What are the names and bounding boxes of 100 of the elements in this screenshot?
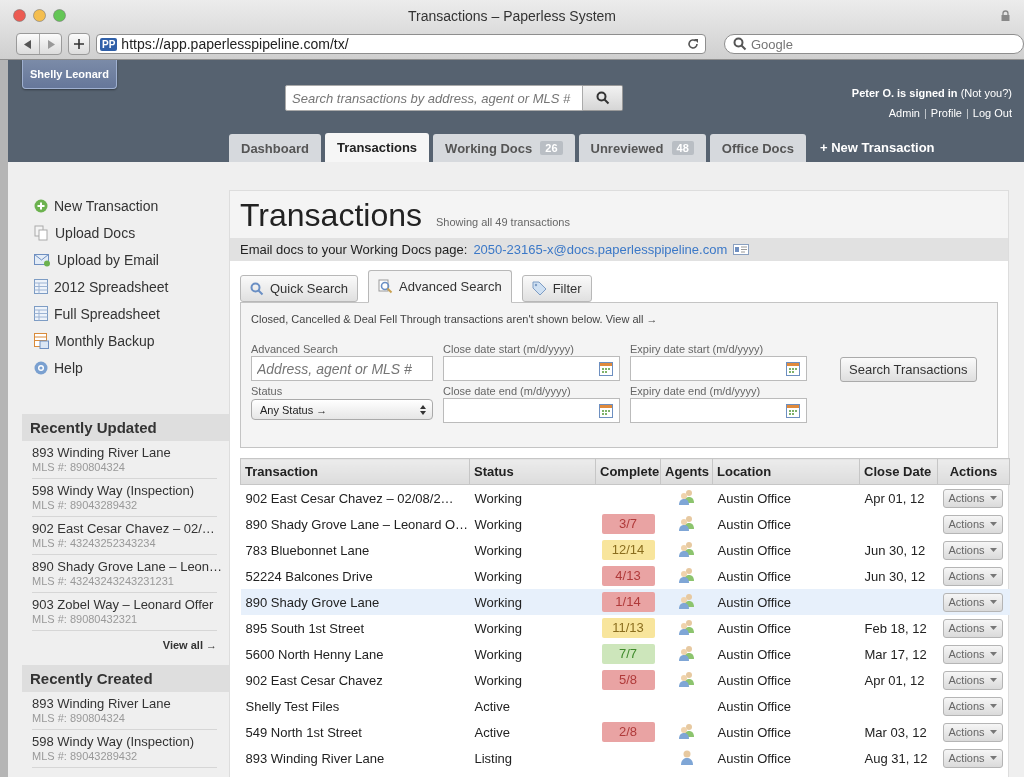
actions-dropdown[interactable]: Actions	[942, 540, 1003, 560]
not-you-link[interactable]: (Not you?)	[960, 87, 1012, 99]
email-address-link[interactable]: 2050-23165-x@docs.paperlesspipeline.com	[473, 242, 728, 257]
view-all-link[interactable]: View all →	[162, 639, 217, 651]
column-header[interactable]: Transaction	[240, 458, 470, 485]
envelope-icon	[34, 252, 51, 267]
people-icon[interactable]	[677, 488, 696, 505]
transaction-link[interactable]: 890 Shady Grove Lane – Leonard O…	[245, 516, 469, 532]
actions-dropdown[interactable]: Actions	[942, 696, 1003, 716]
recent-item-link[interactable]: 893 Winding River Lane	[32, 445, 217, 460]
transaction-count: Showing all 49 transactions	[436, 216, 570, 228]
selected-row[interactable]: 890 Shady Grove Lane Working 1/14 Austin Office Actions	[240, 589, 1010, 615]
actions-dropdown[interactable]: Actions	[942, 722, 1003, 742]
url-text: https://app.paperlesspipeline.com/tx/	[121, 36, 350, 52]
transaction-link[interactable]: 783 Bluebonnet Lane	[245, 542, 370, 558]
actions-dropdown[interactable]: Actions	[942, 670, 1003, 690]
column-header[interactable]: Location	[712, 458, 860, 485]
people-icon[interactable]	[677, 722, 696, 739]
column-header[interactable]: Status	[469, 458, 596, 485]
transaction-link[interactable]: 5600 North Henny Lane	[245, 646, 384, 662]
sidebar-link[interactable]: Full Spreadsheet	[54, 305, 160, 322]
transaction-link[interactable]: 549 North 1st Street	[245, 724, 362, 740]
zoom-button[interactable]	[53, 8, 66, 22]
close-button[interactable]	[13, 8, 26, 22]
sidebar-link[interactable]: 2012 Spreadsheet	[54, 278, 169, 295]
header-link[interactable]: Log Out	[972, 103, 1012, 123]
nav-tab[interactable]: Office Docs	[709, 134, 806, 162]
web-search-box[interactable]: Google	[724, 34, 1024, 54]
sidebar-link[interactable]: New Transaction	[54, 197, 159, 214]
search-field[interactable]: Address, agent or MLS #	[251, 356, 433, 381]
calendar-icon[interactable]	[786, 403, 800, 418]
transaction-link[interactable]: 52224 Balcones Drive	[245, 568, 373, 584]
user-tag[interactable]: Shelly Leonard	[22, 60, 117, 89]
sidebar-link[interactable]: Help	[54, 359, 83, 376]
actions-dropdown[interactable]: Actions	[942, 644, 1003, 664]
field-label: Advanced Search	[251, 343, 339, 355]
search-tab[interactable]: Quick Search	[240, 275, 359, 302]
column-header[interactable]: Actions	[937, 458, 1010, 485]
sidebar-link[interactable]: Upload by Email	[57, 251, 159, 268]
people-icon[interactable]	[677, 592, 696, 609]
date-field[interactable]	[443, 356, 620, 381]
date-field[interactable]	[443, 398, 620, 423]
people-icon[interactable]	[677, 540, 696, 557]
search-transactions-button[interactable]: Search Transactions	[840, 357, 977, 382]
transaction-link[interactable]: 893 Winding River Lane	[245, 750, 385, 766]
people-icon[interactable]	[677, 618, 696, 635]
search-tab[interactable]: Filter	[521, 275, 592, 302]
calendar-icon[interactable]	[599, 361, 613, 376]
web-search-field[interactable]: Google	[751, 36, 991, 52]
transaction-link[interactable]: Shelly Test Files	[245, 698, 340, 714]
nav-tab[interactable]: Working Docs 26	[433, 134, 575, 162]
recent-item-link[interactable]: 598 Windy Way (Inspection)	[32, 734, 217, 749]
search-field[interactable]: Search transactions by address, agent or MLS #	[285, 85, 583, 111]
contact-card-icon[interactable]	[733, 244, 750, 255]
people-icon[interactable]	[677, 566, 696, 583]
status-select[interactable]: Any Status →	[251, 399, 433, 420]
recent-item-link[interactable]: 903 Zobel Way – Leonard Offer	[32, 597, 217, 612]
sidebar-link[interactable]: Upload Docs	[55, 224, 136, 241]
search-tab[interactable]: Advanced Search	[368, 270, 512, 303]
transaction-link[interactable]: 895 South 1st Street	[245, 620, 365, 636]
minimize-button[interactable]	[33, 8, 46, 22]
recent-item-link[interactable]: 893 Winding River Lane	[32, 696, 217, 711]
actions-dropdown[interactable]: Actions	[942, 488, 1003, 508]
nav-tab[interactable]: Transactions	[324, 133, 430, 162]
date-field[interactable]	[630, 356, 807, 381]
actions-dropdown[interactable]: Actions	[942, 618, 1003, 638]
nav-tab[interactable]: Dashboard	[229, 134, 321, 162]
view-all-link[interactable]: View all →	[605, 313, 658, 325]
people-icon[interactable]	[677, 670, 696, 687]
calendar-icon[interactable]	[599, 403, 613, 418]
sidebar-link[interactable]: Monthly Backup	[55, 332, 155, 349]
person-icon[interactable]	[679, 748, 694, 765]
header-link[interactable]: Profile	[930, 103, 962, 123]
column-header[interactable]: Close Date	[859, 458, 938, 485]
documents-icon	[34, 224, 49, 241]
plus-circle-icon	[34, 198, 48, 213]
caret-icon	[989, 522, 997, 526]
transaction-link[interactable]: 902 East Cesar Chavez – 02/08/2…	[245, 490, 454, 506]
address-field[interactable]: PP https://app.paperlesspipeline.com/tx/	[96, 34, 706, 54]
transaction-link[interactable]: 902 East Cesar Chavez	[245, 672, 383, 688]
new-transaction-link[interactable]: + New Transaction	[820, 133, 935, 162]
reload-icon[interactable]	[687, 38, 699, 50]
column-header[interactable]: Agents	[660, 458, 713, 485]
count-badge: 26	[540, 141, 563, 155]
date-field[interactable]	[630, 398, 807, 423]
actions-dropdown[interactable]: Actions	[942, 748, 1003, 768]
actions-dropdown[interactable]: Actions	[942, 566, 1003, 586]
actions-dropdown[interactable]: Actions	[942, 514, 1003, 534]
recent-item-link[interactable]: 902 East Cesar Chavez – 02/…	[32, 521, 217, 536]
header-link[interactable]: Admin	[888, 103, 920, 123]
calendar-icon[interactable]	[786, 361, 800, 376]
people-icon[interactable]	[677, 644, 696, 661]
nav-tab[interactable]: Unreviewed 48	[578, 134, 706, 162]
actions-dropdown[interactable]: Actions	[942, 592, 1003, 612]
new-tab-button[interactable]	[68, 33, 90, 55]
status-text: Working	[474, 568, 522, 584]
recent-item-link[interactable]: 598 Windy Way (Inspection)	[32, 483, 217, 498]
people-icon[interactable]	[677, 514, 696, 531]
column-header[interactable]: Complete	[595, 458, 661, 485]
search-button[interactable]	[583, 85, 623, 111]
